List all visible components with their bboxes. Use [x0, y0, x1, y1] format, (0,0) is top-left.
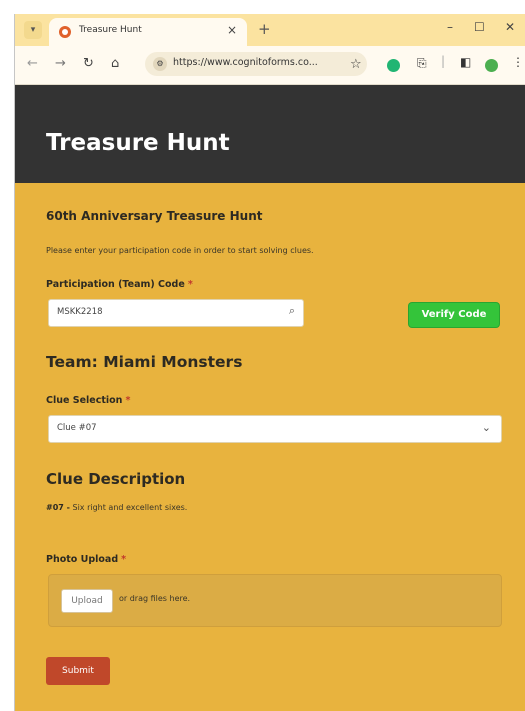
page-title: Treasure Hunt: [46, 130, 230, 156]
forward-icon[interactable]: →: [55, 56, 66, 71]
clue-description-heading: Clue Description: [46, 470, 186, 488]
clue-select-value: Clue #07: [57, 423, 97, 433]
address-bar[interactable]: ⚙ https://www.cognitoforms.co...: [145, 52, 367, 76]
toolbar-divider: |: [441, 54, 446, 68]
tab-close-icon[interactable]: ×: [227, 23, 237, 37]
browser-tab[interactable]: Treasure Hunt ×: [49, 18, 247, 46]
chevron-down-icon: ⌄: [481, 421, 491, 434]
extensions-puzzle-icon[interactable]: ⎘: [417, 56, 427, 71]
clue-description-text: #07 - Six right and excellent sixes.: [46, 503, 187, 512]
browser-toolbar: ← → ↻ ⌂ ⚙ https://www.cognitoforms.co...: [15, 46, 525, 85]
clue-selection-label: Clue Selection *: [46, 395, 130, 406]
profile-avatar[interactable]: [485, 59, 498, 72]
close-button[interactable]: ✕: [505, 20, 515, 34]
clue-select[interactable]: Clue #07 ⌄: [48, 415, 502, 443]
photo-upload-label-text: Photo Upload: [46, 554, 119, 565]
page-header: Treasure Hunt: [15, 85, 525, 183]
clue-text: Six right and excellent sixes.: [72, 503, 188, 512]
participation-label: Participation (Team) Code *: [46, 279, 193, 290]
tab-title: Treasure Hunt: [79, 25, 142, 35]
side-panel-icon[interactable]: ◧: [460, 55, 471, 69]
drag-files-text: or drag files here.: [119, 594, 191, 603]
menu-icon[interactable]: ⋮: [512, 55, 524, 69]
required-marker: *: [125, 395, 131, 406]
reload-icon[interactable]: ↻: [83, 56, 94, 71]
verify-code-button[interactable]: Verify Code: [409, 303, 499, 327]
photo-upload-label: Photo Upload *: [46, 554, 126, 565]
clue-number: #07 -: [46, 503, 70, 512]
instructions-text: Please enter your participation code in …: [46, 246, 314, 255]
minimize-button[interactable]: –: [447, 20, 453, 34]
new-tab-button[interactable]: +: [258, 20, 271, 38]
extension-icon[interactable]: [387, 59, 400, 72]
submit-button[interactable]: Submit: [46, 657, 110, 685]
tab-strip: ▾ Treasure Hunt × + – ☐ ✕: [15, 14, 525, 46]
form-heading: 60th Anniversary Treasure Hunt: [46, 209, 263, 223]
participation-code-value: MSKK2218: [57, 307, 103, 317]
team-heading: Team: Miami Monsters: [46, 353, 243, 371]
bookmark-star-icon[interactable]: ☆: [350, 57, 362, 72]
required-marker: *: [187, 279, 193, 290]
search-icon: ⌕: [288, 304, 295, 317]
tab-search-icon[interactable]: ▾: [24, 21, 42, 39]
site-info-icon[interactable]: ⚙: [153, 57, 167, 71]
browser-window: ▾ Treasure Hunt × + – ☐ ✕ ← → ↻ ⌂ ⚙ http…: [14, 14, 525, 711]
photo-dropzone[interactable]: Upload or drag files here.: [48, 574, 502, 627]
clue-selection-label-text: Clue Selection: [46, 395, 123, 406]
favicon-icon: [59, 26, 71, 38]
upload-button[interactable]: Upload: [61, 589, 113, 613]
required-marker: *: [121, 554, 127, 565]
participation-label-text: Participation (Team) Code: [46, 279, 185, 290]
maximize-button[interactable]: ☐: [474, 20, 485, 34]
url-text: https://www.cognitoforms.co...: [173, 57, 318, 68]
back-icon[interactable]: ←: [27, 56, 38, 71]
home-icon[interactable]: ⌂: [111, 56, 119, 71]
participation-code-input[interactable]: MSKK2218 ⌕: [48, 299, 304, 327]
